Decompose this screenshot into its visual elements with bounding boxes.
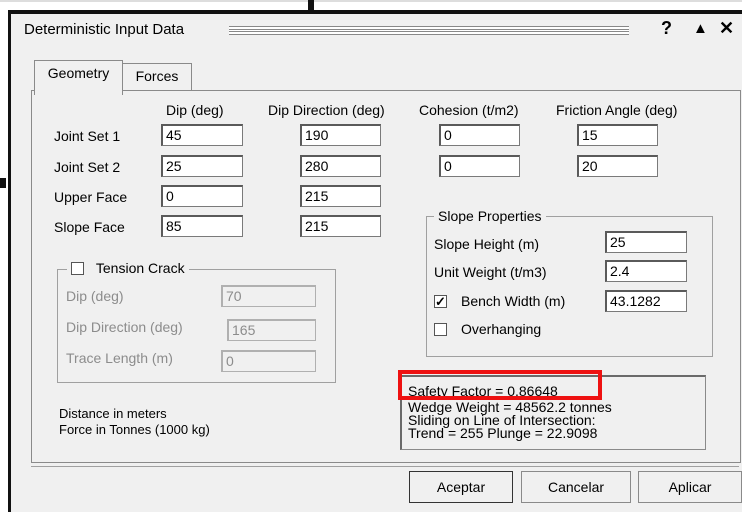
row-label-slope-face: Slope Face <box>54 219 125 235</box>
tc-dip-direction-input[interactable]: 165 <box>227 319 316 341</box>
result-trend-plunge: Trend = 255 Plunge = 22.9098 <box>408 425 598 441</box>
overhanging-checkbox[interactable] <box>434 323 447 336</box>
tc-trace-length-input[interactable]: 0 <box>221 350 316 372</box>
slope-height-label: Slope Height (m) <box>434 236 540 252</box>
bench-width-label: Bench Width (m) <box>461 293 566 309</box>
minimize-icon[interactable]: ▲ <box>693 20 708 37</box>
header-friction-angle: Friction Angle (deg) <box>556 102 678 118</box>
bench-width-checkbox[interactable]: ✓ <box>434 295 447 308</box>
joint-set-2-friction-input[interactable]: 20 <box>577 155 658 177</box>
joint-set-2-dip-direction-input[interactable]: 280 <box>300 155 381 177</box>
bottom-separator <box>31 466 739 467</box>
joint-set-2-dip-input[interactable]: 25 <box>161 155 243 177</box>
screen-edge-top <box>0 0 742 2</box>
cancel-button[interactable]: Cancelar <box>521 471 631 503</box>
header-dip-direction: Dip Direction (deg) <box>268 102 385 118</box>
apply-button[interactable]: Aplicar <box>638 471 742 503</box>
slope-height-input[interactable]: 25 <box>605 231 687 253</box>
joint-set-1-friction-input[interactable]: 15 <box>577 124 658 146</box>
header-cohesion: Cohesion (t/m2) <box>419 102 519 118</box>
bench-width-input[interactable]: 43.1282 <box>605 290 687 312</box>
tab-geometry[interactable]: Geometry <box>34 60 123 95</box>
upper-face-dip-input[interactable]: 0 <box>161 185 243 207</box>
joint-set-1-dip-direction-input[interactable]: 190 <box>300 124 381 146</box>
slope-face-dip-input[interactable]: 85 <box>161 215 243 237</box>
title-grip-lines <box>229 26 629 35</box>
tc-trace-length-label: Trace Length (m) <box>66 350 173 366</box>
dialog-window: Deterministic Input Data ? ▲ ✕ Geometry … <box>8 10 742 512</box>
tc-dip-label: Dip (deg) <box>66 288 124 304</box>
force-units-note: Force in Tonnes (1000 kg) <box>59 422 210 437</box>
tc-dip-direction-label: Dip Direction (deg) <box>66 319 183 335</box>
joint-set-2-cohesion-input[interactable]: 0 <box>439 155 520 177</box>
help-icon[interactable]: ? <box>661 18 672 39</box>
joint-set-1-dip-input[interactable]: 45 <box>161 124 243 146</box>
slope-properties-legend: Slope Properties <box>434 208 546 224</box>
distance-units-note: Distance in meters <box>59 406 167 421</box>
unit-weight-label: Unit Weight (t/m3) <box>434 264 547 280</box>
tc-dip-input[interactable]: 70 <box>221 285 316 307</box>
header-dip: Dip (deg) <box>166 102 224 118</box>
close-icon[interactable]: ✕ <box>719 18 734 39</box>
tension-crack-checkbox[interactable] <box>71 262 84 275</box>
row-label-joint-set-2: Joint Set 2 <box>54 159 121 175</box>
row-label-upper-face: Upper Face <box>54 189 128 205</box>
tab-geometry-label: Geometry <box>47 65 110 81</box>
window-title: Deterministic Input Data <box>24 21 185 38</box>
title-bar[interactable]: Deterministic Input Data ? ▲ ✕ <box>11 14 742 44</box>
screen-edge-mark-left <box>0 178 6 188</box>
joint-set-1-cohesion-input[interactable]: 0 <box>439 124 520 146</box>
tension-crack-legend: Tension Crack <box>67 260 189 276</box>
tension-crack-label: Tension Crack <box>95 260 185 276</box>
tab-forces-label: Forces <box>135 68 179 84</box>
overhanging-label: Overhanging <box>461 321 542 337</box>
row-label-joint-set-1: Joint Set 1 <box>54 128 121 144</box>
accept-button[interactable]: Aceptar <box>409 471 513 503</box>
screen-edge-mark-top <box>308 0 314 10</box>
unit-weight-input[interactable]: 2.4 <box>605 260 687 282</box>
safety-factor-highlight <box>398 370 602 400</box>
slope-face-dip-direction-input[interactable]: 215 <box>300 215 381 237</box>
upper-face-dip-direction-input[interactable]: 215 <box>300 185 381 207</box>
